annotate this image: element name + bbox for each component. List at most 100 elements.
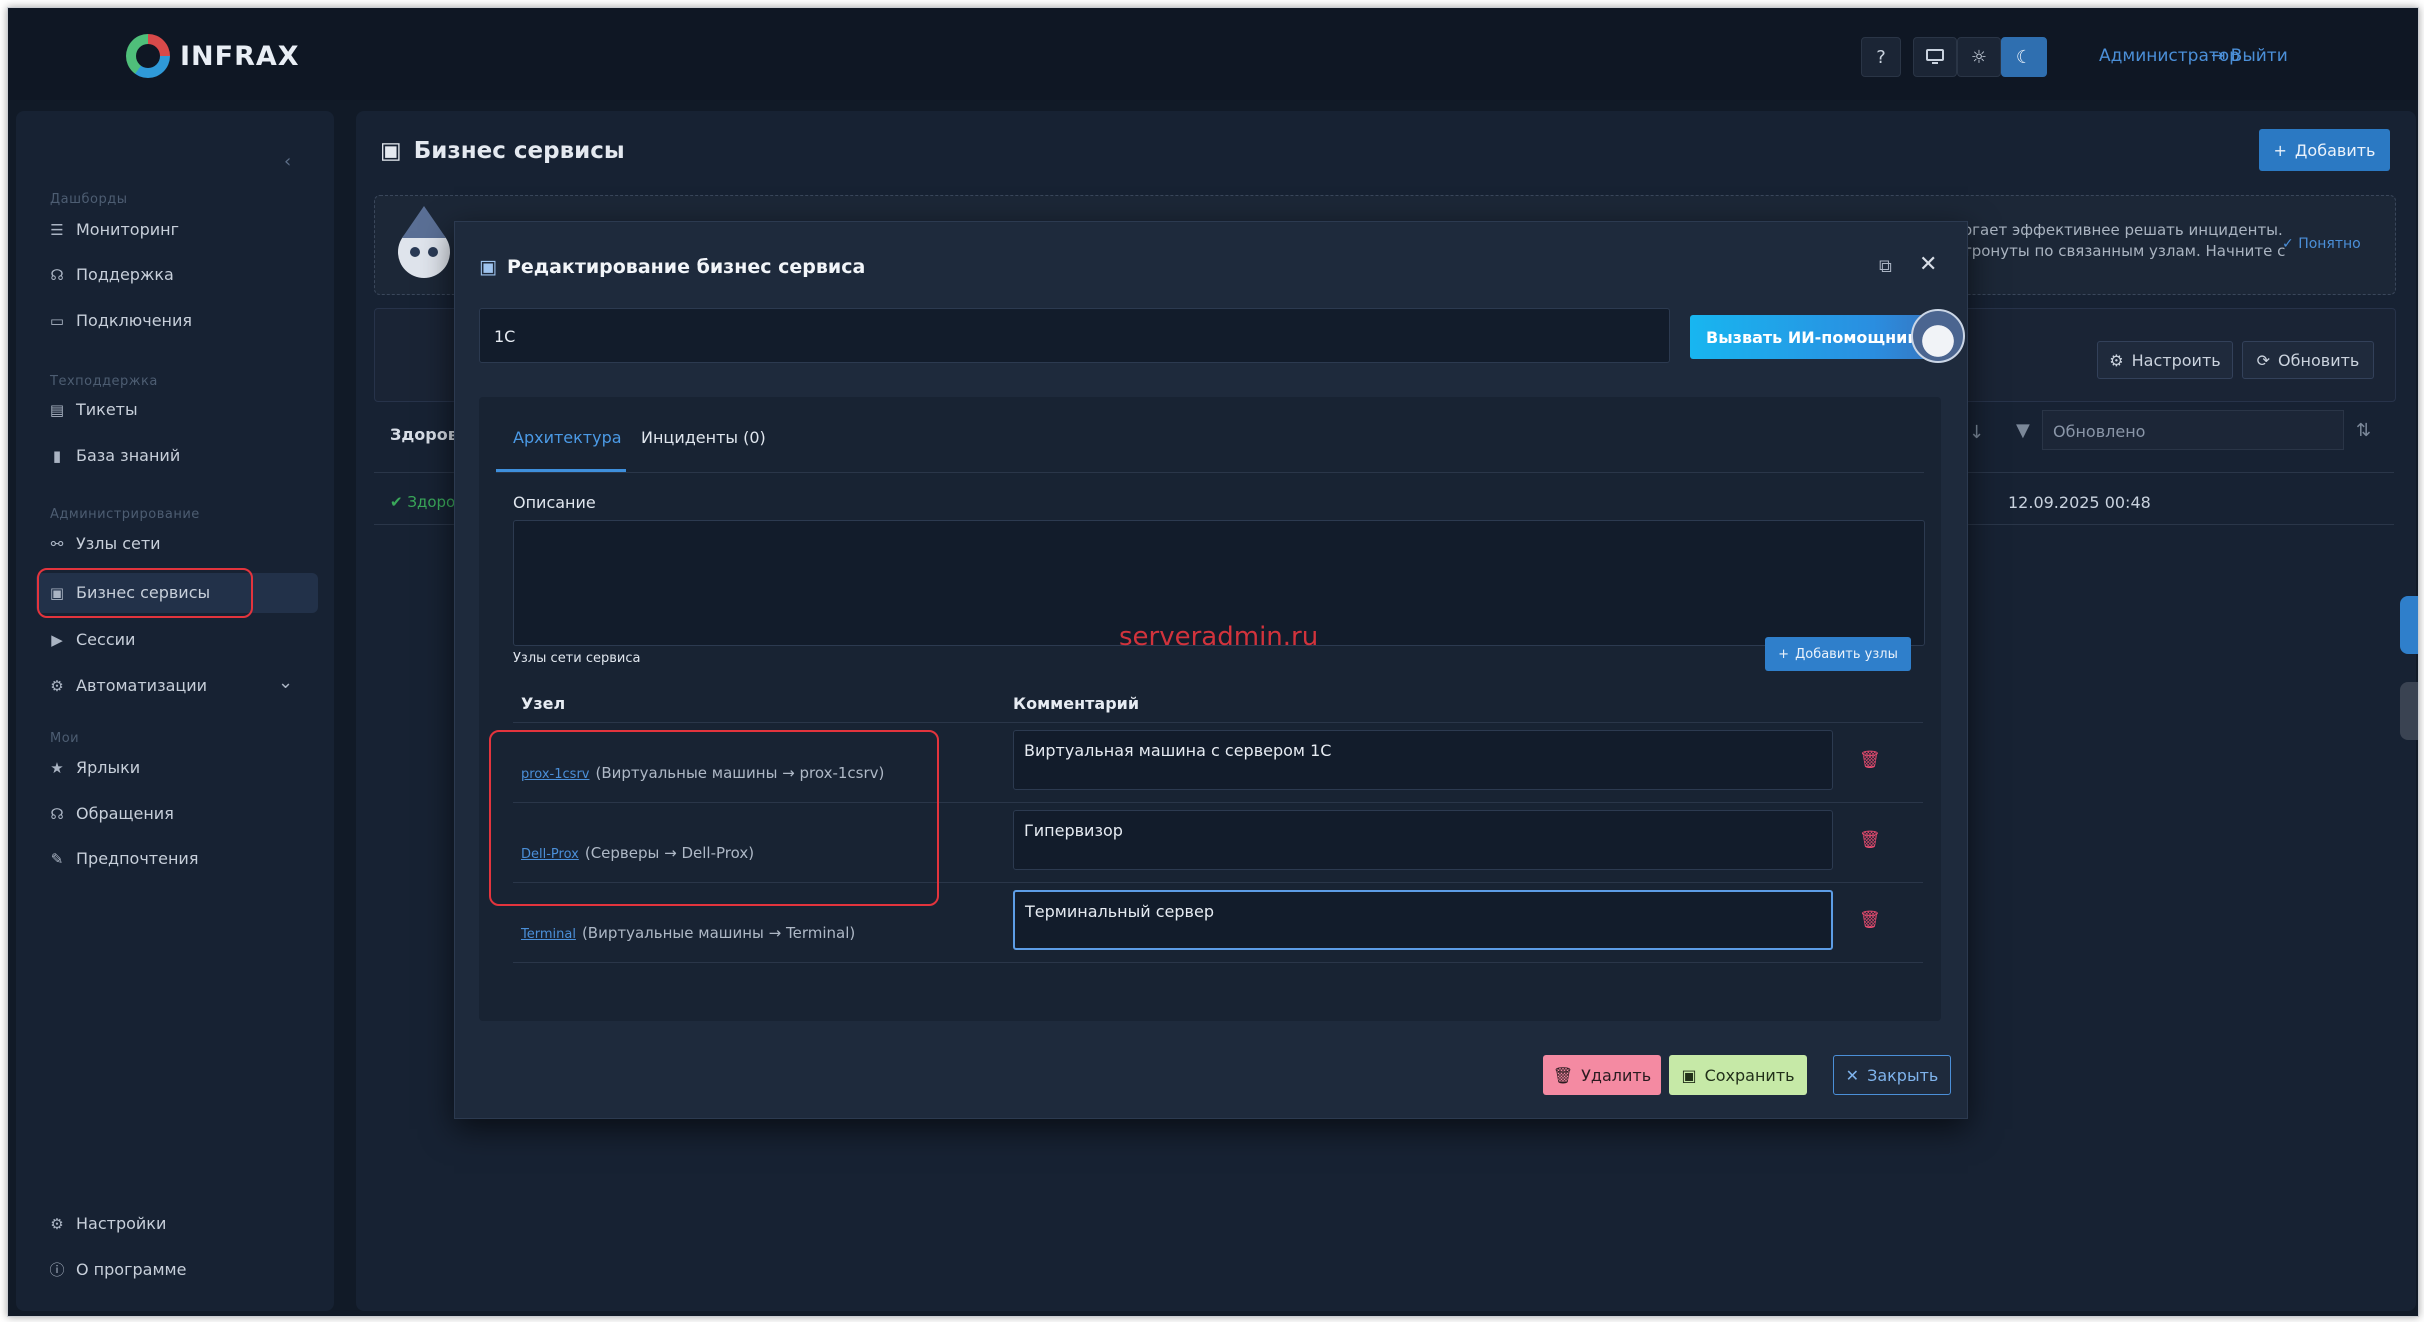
comment-input-2[interactable]: Гипервизор xyxy=(1013,810,1833,870)
headset-icon: ☊ xyxy=(50,804,64,823)
sidebar-section-support: Техподдержка xyxy=(50,374,158,389)
sidebar-item-about[interactable]: ⓘ О программе xyxy=(48,1260,186,1279)
sidebar: ‹ xyxy=(16,111,334,1311)
maximize-icon[interactable]: ⧉ xyxy=(1879,256,1892,277)
table-row-divider xyxy=(513,962,1923,963)
save-button[interactable]: ▣ Сохранить xyxy=(1669,1055,1807,1095)
close-label: Закрыть xyxy=(1867,1065,1939,1085)
sidebar-item-label: Предпочтения xyxy=(76,849,199,868)
check-icon: ✓ xyxy=(2282,236,2299,252)
save-label: Сохранить xyxy=(1704,1065,1795,1085)
plus-icon: + xyxy=(2273,140,2287,160)
close-button[interactable]: ✕ Закрыть xyxy=(1833,1055,1951,1095)
delete-button[interactable]: 🗑 Удалить xyxy=(1543,1055,1661,1095)
side-ai-tab[interactable] xyxy=(2400,596,2418,654)
highlight-box-nodes xyxy=(489,730,939,906)
node-link-terminal[interactable]: Terminal xyxy=(521,927,576,942)
plus-icon: + xyxy=(1778,646,1790,662)
help-button[interactable]: ? xyxy=(1861,37,1901,77)
comment-input-3[interactable]: Терминальный сервер xyxy=(1013,890,1833,950)
refresh-label: Обновить xyxy=(2278,350,2360,370)
refresh-icon: ⟳ xyxy=(2256,350,2271,370)
logo[interactable]: INFRAX xyxy=(126,34,300,78)
tab-architecture[interactable]: Архитектура xyxy=(513,428,622,447)
configure-label: Настроить xyxy=(2131,350,2221,370)
sort-both-icon[interactable]: ⇅ xyxy=(2356,420,2371,441)
app-window: INFRAX ? ☼ ☾ Администратор ⇥ Выйти ‹ Даш… xyxy=(7,7,2419,1317)
chevron-down-icon[interactable]: ⌄ xyxy=(278,672,293,693)
banner-text-line2: тронуты по связанным узлам. Начните с xyxy=(1963,242,2286,260)
updated-cell: 12.09.2025 00:48 xyxy=(2008,493,2151,512)
sidebar-item-connections[interactable]: ▭ Подключения xyxy=(48,311,192,330)
close-icon[interactable]: ✕ xyxy=(1919,252,1937,277)
sidebar-item-label: Обращения xyxy=(76,804,174,823)
sidebar-item-automations[interactable]: ⚙ Автоматизации xyxy=(48,676,207,695)
sidebar-section-admin: Администрирование xyxy=(50,507,200,522)
dark-theme-button[interactable]: ☾ xyxy=(2001,37,2047,77)
sidebar-item-monitoring[interactable]: ☰ Мониторинг xyxy=(48,220,179,239)
comment-input-1[interactable]: Виртуальная машина с сервером 1С xyxy=(1013,730,1833,790)
tab-incidents[interactable]: Инциденты (0) xyxy=(641,428,766,447)
star-icon: ★ xyxy=(50,758,64,777)
sidebar-item-tickets[interactable]: ▤ Тикеты xyxy=(48,400,138,419)
sidebar-item-settings[interactable]: ⚙ Настройки xyxy=(48,1214,166,1233)
top-bar: INFRAX ? ☼ ☾ Администратор ⇥ Выйти xyxy=(8,8,2418,100)
moon-icon: ☾ xyxy=(2015,46,2033,68)
briefcase-icon: ▣ xyxy=(479,256,497,278)
sidebar-item-label: О программе xyxy=(76,1260,187,1279)
monitor-icon xyxy=(1926,49,1944,64)
book-icon: ▮ xyxy=(52,446,62,465)
headset-icon: ☊ xyxy=(50,265,64,284)
description-label: Описание xyxy=(513,493,596,512)
add-nodes-button[interactable]: + Добавить узлы xyxy=(1765,637,1911,671)
sidebar-item-shortcuts[interactable]: ★ Ярлыки xyxy=(48,758,140,777)
sidebar-item-sessions[interactable]: ▶ Сессии xyxy=(48,630,135,649)
sidebar-item-label: Подключения xyxy=(76,311,193,330)
sidebar-item-support[interactable]: ☊ Поддержка xyxy=(48,265,174,284)
filter-icon[interactable]: ▼ xyxy=(2016,420,2030,441)
sidebar-item-label: Ярлыки xyxy=(76,758,141,777)
wizard-avatar xyxy=(388,204,460,284)
delete-label: Удалить xyxy=(1581,1065,1652,1085)
banner-dismiss-link[interactable]: ✓ Понятно xyxy=(2282,236,2361,252)
trash-icon[interactable]: 🗑 xyxy=(1859,750,1881,770)
wrench-icon: ✎ xyxy=(50,849,64,868)
ticket-icon: ▤ xyxy=(49,400,65,419)
table-header-divider xyxy=(513,722,1923,723)
modal-title: ▣ Редактирование бизнес сервиса xyxy=(479,256,865,278)
banner-text-line1: огает эффективнее решать инциденты. xyxy=(1963,221,2283,239)
configure-button[interactable]: ⚙ Настроить xyxy=(2097,341,2233,379)
close-icon: ✕ xyxy=(1845,1065,1860,1085)
logo-icon xyxy=(126,34,170,78)
sidebar-item-preferences[interactable]: ✎ Предпочтения xyxy=(48,849,199,868)
modal-title-text: Редактирование бизнес сервиса xyxy=(506,256,866,278)
sidebar-item-requests[interactable]: ☊ Обращения xyxy=(48,804,174,823)
app-name: INFRAX xyxy=(180,40,300,72)
refresh-button[interactable]: ⟳ Обновить xyxy=(2242,341,2374,379)
side-power-tab[interactable] xyxy=(2400,682,2418,740)
info-icon: ⓘ xyxy=(49,1261,65,1279)
sidebar-item-network-nodes[interactable]: ⚯ Узлы сети xyxy=(48,534,161,553)
light-theme-button[interactable]: ☼ xyxy=(1957,37,2001,77)
trash-icon[interactable]: 🗑 xyxy=(1859,830,1881,850)
banner-ok-label: Понятно xyxy=(2298,236,2361,252)
sidebar-item-label: Настройки xyxy=(76,1214,167,1233)
collapse-sidebar-icon[interactable]: ‹ xyxy=(284,151,291,172)
check-circle-icon: ✔ xyxy=(390,493,408,511)
trash-icon[interactable]: 🗑 xyxy=(1859,910,1881,930)
display-mode-button[interactable] xyxy=(1913,37,1957,77)
sidebar-item-label: База знаний xyxy=(76,446,181,465)
tabs-divider xyxy=(496,472,1924,473)
sidebar-item-knowledge-base[interactable]: ▮ База знаний xyxy=(48,446,180,465)
sidebar-section-dashboards: Дашборды xyxy=(50,192,128,207)
modal-content: Архитектура Инциденты (0) Описание Узлы … xyxy=(479,397,1941,1021)
logout-link[interactable]: ⇥ Выйти xyxy=(2211,46,2288,66)
service-name-input[interactable]: 1С xyxy=(479,308,1670,363)
updated-filter-input[interactable]: Обновлено xyxy=(2042,410,2344,450)
add-service-button[interactable]: + Добавить xyxy=(2259,129,2390,171)
sidebar-section-my: Мои xyxy=(50,731,80,746)
sort-icon[interactable]: ↓ xyxy=(1969,422,1984,443)
health-status-label: Здоро xyxy=(407,493,456,511)
ai-assistant-avatar[interactable] xyxy=(1911,309,1965,363)
logout-label: Выйти xyxy=(2230,46,2288,66)
